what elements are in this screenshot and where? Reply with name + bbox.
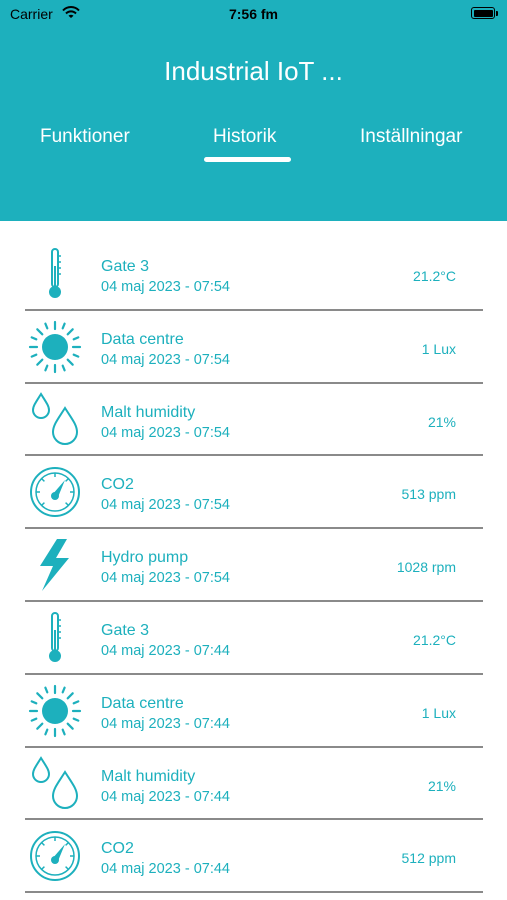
history-row[interactable]: CO2 04 maj 2023 - 07:54 513 ppm — [25, 456, 483, 530]
sensor-name: Data centre — [101, 694, 184, 712]
reading-value: 1 Lux — [421, 340, 456, 357]
sensor-name: Malt humidity — [101, 403, 196, 421]
sensor-name: Data centre — [101, 330, 184, 348]
reading-value: 21% — [427, 413, 456, 430]
reading-timestamp: 04 maj 2023 - 07:54 — [101, 279, 230, 295]
history-row[interactable]: Hydro pump 04 maj 2023 - 07:54 1028 rpm — [25, 529, 483, 602]
sensor-name: CO2 — [101, 840, 134, 858]
history-row[interactable]: Gate 3 04 maj 2023 - 07:44 21.2°C — [25, 602, 483, 675]
lightning-icon — [27, 537, 83, 593]
droplets-icon — [27, 391, 83, 448]
gauge-icon — [27, 464, 83, 520]
tab-funktioner[interactable]: Funktioner — [40, 126, 130, 148]
reading-timestamp: 04 maj 2023 - 07:54 — [101, 424, 230, 441]
reading-timestamp: 04 maj 2023 - 07:54 — [101, 570, 230, 587]
reading-timestamp: 04 maj 2023 - 07:44 — [101, 861, 230, 878]
sun-icon — [27, 683, 83, 739]
sensor-name: Gate 3 — [101, 258, 150, 275]
reading-timestamp: 04 maj 2023 - 07:54 — [101, 497, 230, 514]
reading-timestamp: 04 maj 2023 - 07:44 — [101, 642, 230, 659]
sensor-name: Malt humidity — [101, 767, 196, 785]
reading-value: 21.2°C — [413, 268, 456, 284]
page-title: Industrial IoT ... — [164, 56, 343, 86]
reading-value: 512 ppm — [401, 850, 456, 867]
sun-icon — [27, 319, 83, 375]
history-row[interactable]: Data centre 04 maj 2023 - 07:44 1 Lux — [25, 675, 483, 748]
history-row[interactable]: Malt humidity 04 maj 2023 - 07:54 21% — [25, 384, 483, 457]
reading-value: 1 Lux — [421, 704, 456, 721]
active-tab-indicator — [204, 157, 291, 162]
status-bar: Carrier 7:56 fm — [0, 0, 507, 30]
reading-timestamp: 04 maj 2023 - 07:44 — [101, 788, 230, 805]
tab-historik[interactable]: Historik — [213, 126, 276, 148]
history-row[interactable]: CO2 04 maj 2023 - 07:44 512 ppm — [25, 820, 483, 894]
sensor-name: CO2 — [101, 476, 134, 494]
reading-value: 513 ppm — [401, 486, 456, 503]
gauge-icon — [27, 828, 83, 884]
thermometer-icon — [27, 610, 83, 666]
reading-timestamp: 04 maj 2023 - 07:54 — [101, 351, 230, 368]
sensor-name: Hydro pump — [101, 549, 189, 567]
reading-value: 21% — [427, 777, 456, 794]
history-row[interactable]: Gate 3 04 maj 2023 - 07:54 21.2°C — [25, 238, 483, 311]
droplets-icon — [27, 755, 83, 812]
reading-timestamp: 04 maj 2023 - 07:44 — [101, 715, 230, 732]
thermometer-icon — [27, 246, 83, 302]
battery-icon — [471, 7, 498, 19]
history-row[interactable]: Malt humidity 04 maj 2023 - 07:44 21% — [25, 748, 483, 821]
reading-value: 21.2°C — [413, 631, 456, 648]
history-list: Gate 3 04 maj 2023 - 07:54 21.2°C Data cen… — [25, 238, 483, 894]
history-row[interactable]: Data centre 04 maj 2023 - 07:54 1 Lux — [25, 311, 483, 384]
status-time: 7:56 fm — [228, 6, 279, 22]
reading-value: 1028 rpm — [396, 559, 456, 576]
sensor-name: Gate 3 — [101, 621, 150, 639]
tab-installningar[interactable]: Inställningar — [360, 126, 462, 148]
app-header: Carrier 7:56 fm Industrial IoT ... Funkt… — [0, 0, 507, 221]
